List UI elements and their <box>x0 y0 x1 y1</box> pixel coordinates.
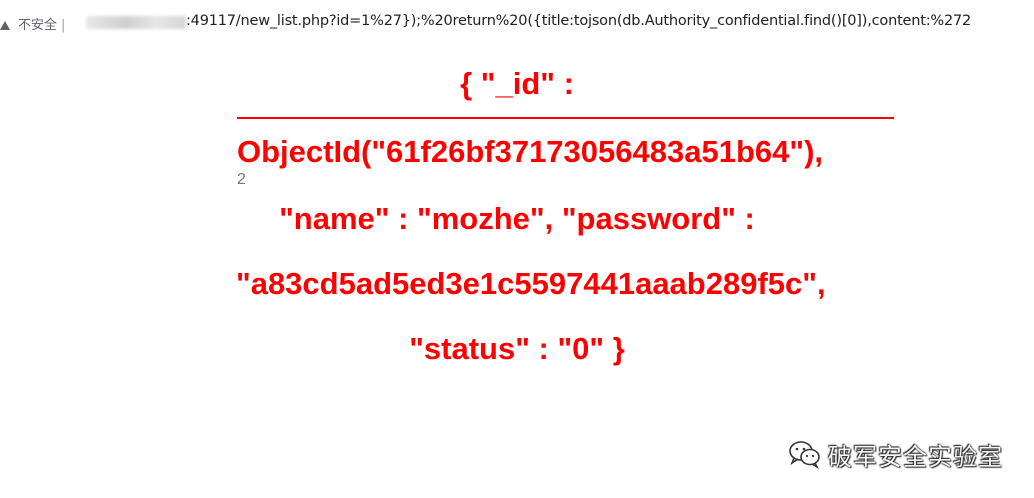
url-divider: | <box>61 18 66 33</box>
watermark-text: 破军安全实验室 <box>828 442 1003 471</box>
result-line-objectid: ObjectId("61f26bf37173056483a51b64"), <box>237 134 824 169</box>
page-title: { "_id" : <box>460 66 574 101</box>
content-number: 2 <box>237 171 246 188</box>
warning-icon <box>0 21 10 30</box>
redacted-host <box>86 16 186 29</box>
result-line-name-password: "name" : "mozhe", "password" : <box>279 201 755 236</box>
security-indicator[interactable]: 不安全 | <box>0 14 71 33</box>
address-bar[interactable]: 不安全 | :49117/new_list.php?id=1%27});%20re… <box>0 0 1034 44</box>
watermark: 破军安全实验室 <box>788 436 1003 472</box>
result-line-status: "status" : "0" } <box>409 331 625 366</box>
result-line-hash: "a83cd5ad5ed3e1c5597441aaab289f5c", <box>236 266 826 301</box>
wechat-icon <box>789 441 820 469</box>
url-text[interactable]: :49117/new_list.php?id=1%27});%20return%… <box>186 13 971 29</box>
security-label: 不安全 <box>18 18 58 33</box>
title-underline <box>237 117 894 119</box>
